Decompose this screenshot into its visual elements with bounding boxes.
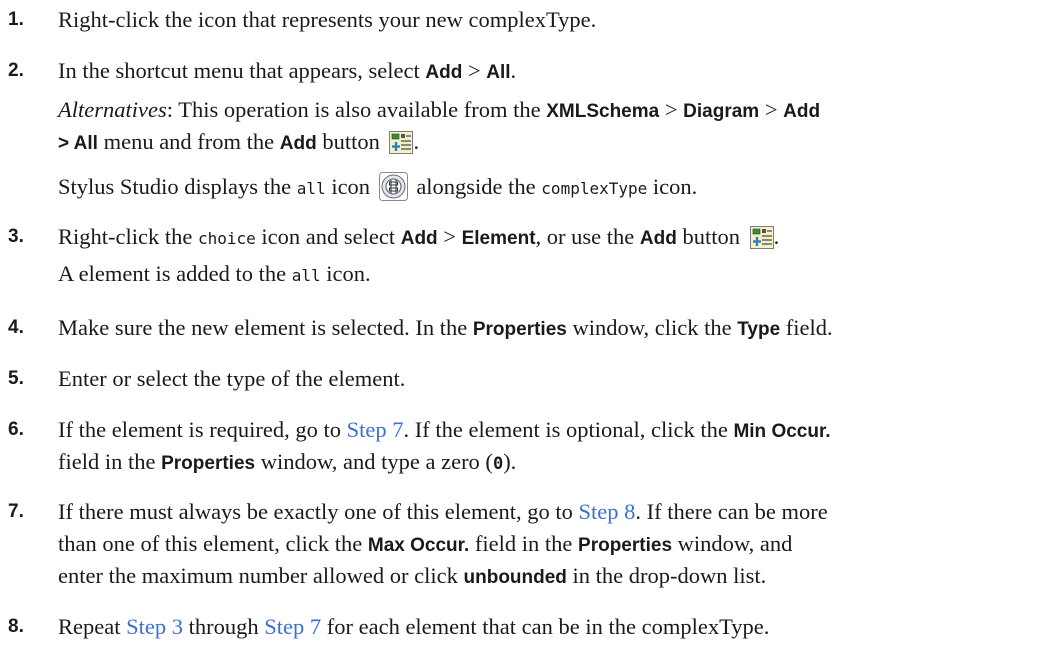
alternatives-text: menu and from the: [97, 129, 280, 154]
step-text: Repeat Step 3 through Step 7 for each el…: [58, 613, 769, 641]
step-text: Right-click the choice icon and select A…: [58, 223, 779, 253]
menu-separator: >: [462, 58, 487, 83]
step-text: In the shortcut menu that appears, selec…: [58, 57, 516, 87]
code-term-choice: choice: [197, 229, 256, 248]
menu-term-xmlschema: XMLSchema: [546, 101, 660, 122]
menu-term-all: All: [486, 62, 511, 83]
menu-term-add: Add: [400, 228, 438, 249]
field-term-type: Type: [737, 319, 781, 340]
step-number: 6.: [8, 419, 24, 440]
step-text-part: than one of this element, click the: [58, 531, 368, 556]
display-note-text: Stylus Studio displays the: [58, 174, 297, 199]
menu-term-diagram: Diagram: [683, 101, 760, 122]
element-note-text: A element is added to the: [58, 261, 292, 286]
step-text-part: . If there can be more: [635, 499, 828, 524]
alternatives-line-1: Alternatives: This operation is also ava…: [58, 96, 820, 126]
alternatives-end: .: [413, 129, 420, 154]
code-term-all: all: [296, 179, 326, 198]
menu-term-all: > All: [58, 133, 98, 154]
step-text-part: If there must always be exactly one of t…: [58, 499, 579, 524]
step-text-part: . If the element is optional, click the: [403, 417, 734, 442]
value-zero: 0: [492, 454, 504, 474]
step-text-part: In the shortcut menu that appears, selec…: [58, 58, 426, 83]
alternatives-text: : This operation is also available from …: [166, 97, 547, 122]
window-term-properties: Properties: [161, 453, 256, 474]
step-number: 8.: [8, 616, 24, 637]
code-term-all: all: [291, 266, 321, 285]
step-text: Enter or select the type of the element.: [58, 365, 405, 393]
step-number: 5.: [8, 368, 24, 389]
step-text-part: window, and type a zero (: [255, 449, 493, 474]
menu-separator: >: [659, 97, 684, 122]
step-text-part: window, and: [672, 531, 793, 556]
code-term-complextype: complexType: [541, 179, 648, 198]
menu-term-element: Element: [461, 228, 536, 249]
step-text-part: ).: [503, 449, 517, 474]
display-note-line: Stylus Studio displays the all icon alon…: [58, 172, 697, 203]
menu-separator: >: [437, 224, 462, 249]
step-text-line-3: enter the maximum number allowed or clic…: [58, 562, 766, 592]
step-8-link[interactable]: Step 8: [578, 499, 635, 524]
menu-separator: >: [759, 97, 784, 122]
option-term-unbounded: unbounded: [463, 567, 567, 588]
step-text-part: through: [182, 614, 265, 639]
step-text-content: Enter or select the type of the element.: [58, 366, 406, 391]
field-term-max-occur: Max Occur.: [367, 535, 470, 556]
step-text: Right-click the icon that represents you…: [58, 6, 596, 34]
step-text-part: enter the maximum number allowed or clic…: [58, 563, 464, 588]
step-text-part: Repeat: [58, 614, 127, 639]
add-node-icon: [389, 131, 413, 154]
all-compositor-icon: [379, 172, 408, 201]
step-text-end: .: [773, 224, 780, 249]
step-7-link[interactable]: Step 7: [264, 614, 321, 639]
element-note-line: A element is added to the all icon.: [58, 260, 371, 290]
step-text-part: field in the: [58, 449, 162, 474]
step-number: 2.: [8, 60, 24, 81]
alternatives-line-2: > All menu and from the Add button .: [58, 128, 419, 158]
step-text-part: If the element is required, go to: [58, 417, 347, 442]
step-text-part: window, click the: [566, 315, 738, 340]
step-text-line-2: field in the Properties window, and type…: [58, 448, 516, 478]
step-text-part: button: [676, 224, 746, 249]
step-text: Make sure the new element is selected. I…: [58, 314, 833, 344]
step-number: 1.: [8, 9, 24, 30]
menu-term-add: Add: [425, 62, 463, 83]
step-text-part: icon and select: [255, 224, 401, 249]
window-term-properties: Properties: [578, 535, 673, 556]
field-term-min-occur: Min Occur.: [733, 421, 831, 442]
step-text-part: in the drop-down list.: [566, 563, 767, 588]
instruction-document: 1. Right-click the icon that represents …: [0, 0, 1059, 656]
step-text-line-1: If the element is required, go to Step 7…: [58, 416, 831, 446]
step-text-part: Right-click the: [58, 224, 198, 249]
step-text-line-2: than one of this element, click the Max …: [58, 530, 792, 560]
step-3-link[interactable]: Step 3: [126, 614, 183, 639]
menu-term-add: Add: [783, 101, 821, 122]
step-7-link[interactable]: Step 7: [347, 417, 404, 442]
step-text-line-1: If there must always be exactly one of t…: [58, 498, 828, 526]
display-note-text: alongside the: [410, 174, 542, 199]
step-text-end: .: [510, 58, 517, 83]
step-text-part: field in the: [469, 531, 579, 556]
add-node-icon: [750, 226, 774, 249]
display-note-text: icon.: [647, 174, 698, 199]
step-text-part: , or use the: [535, 224, 640, 249]
alternatives-label: Alternatives: [58, 97, 167, 122]
step-text-part: for each element that can be in the comp…: [321, 614, 770, 639]
alternatives-text: button: [316, 129, 386, 154]
step-number: 4.: [8, 317, 24, 338]
step-text-part: field.: [780, 315, 833, 340]
step-number: 7.: [8, 501, 24, 522]
display-note-text: icon: [325, 174, 376, 199]
step-text-content: Right-click the icon that represents you…: [58, 7, 597, 32]
step-number: 3.: [8, 226, 24, 247]
window-term-properties: Properties: [472, 319, 567, 340]
button-term-add: Add: [639, 228, 677, 249]
step-text-part: Make sure the new element is selected. I…: [58, 315, 473, 340]
button-term-add: Add: [279, 133, 317, 154]
element-note-text: icon.: [320, 261, 371, 286]
